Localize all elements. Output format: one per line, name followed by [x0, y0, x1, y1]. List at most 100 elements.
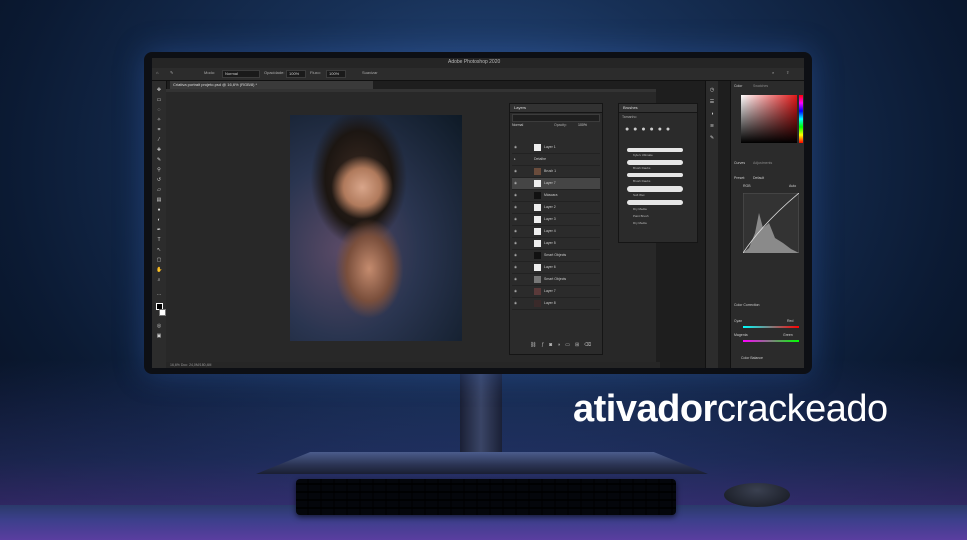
home-icon[interactable]: ⌂ — [156, 70, 158, 75]
new-layer-icon[interactable]: ⊞ — [575, 342, 584, 348]
hand-tool-icon[interactable]: ✋ — [156, 267, 162, 273]
pen-tool-icon[interactable]: ✒ — [156, 227, 162, 233]
eye-icon[interactable]: ◉ — [514, 286, 517, 297]
magenta-green-slider[interactable] — [743, 340, 799, 342]
eraser-icon[interactable]: ▱ — [156, 187, 162, 193]
blend-mode-select[interactable]: Normal — [512, 123, 523, 127]
new-group-icon[interactable]: ▭ — [565, 342, 575, 348]
background-color-swatch[interactable] — [159, 309, 166, 316]
eye-icon[interactable]: ◉ — [514, 250, 517, 261]
eyedropper-icon[interactable]: ⁄ — [156, 137, 162, 143]
paths-icon[interactable]: ✎ — [709, 135, 715, 141]
marquee-tool-icon[interactable]: ▭ — [156, 97, 162, 103]
flow-input[interactable]: 100% — [326, 70, 346, 78]
folder-icon[interactable]: ▸ — [514, 154, 516, 165]
channels-icon[interactable]: ≋ — [709, 123, 715, 129]
brush-icon[interactable]: ✎ — [156, 157, 162, 163]
share-icon[interactable]: ⇪ — [786, 70, 789, 75]
brush-stroke-preview[interactable] — [627, 160, 683, 165]
mode-select[interactable]: Normal — [222, 70, 260, 78]
lasso-tool-icon[interactable]: ◌ — [156, 107, 162, 113]
fx-icon[interactable]: ƒ — [541, 342, 549, 348]
auto-button[interactable]: Auto — [789, 184, 796, 188]
layer-opacity-input[interactable]: 100% — [578, 123, 587, 127]
eye-icon[interactable]: ◉ — [514, 214, 517, 225]
document-canvas-portrait[interactable] — [290, 115, 462, 341]
layer-row[interactable]: ◉ Máscara — [512, 190, 600, 202]
layer-row[interactable]: ◉ Layer 4 — [512, 226, 600, 238]
blur-icon[interactable]: ● — [156, 207, 162, 213]
layer-row-selected[interactable]: ◉ Layer 7 — [512, 178, 600, 190]
preset-select[interactable]: Default — [753, 176, 764, 180]
layer-row[interactable]: ◉ Smart Objects — [512, 250, 600, 262]
hue-slider[interactable] — [799, 95, 803, 143]
type-tool-icon[interactable]: T — [156, 237, 162, 243]
eye-icon[interactable]: ◉ — [514, 178, 517, 189]
brush-stroke-preview[interactable] — [627, 186, 683, 192]
layer-row[interactable]: ▸ Detalhe — [512, 154, 600, 166]
adjustment-icon[interactable]: ◑ — [557, 342, 565, 348]
clone-stamp-icon[interactable]: ⚲ — [156, 167, 162, 173]
eye-icon[interactable]: ◉ — [514, 190, 517, 201]
layer-row[interactable]: ◉ Smart Objects — [512, 274, 600, 286]
channel-select[interactable]: RGB — [743, 184, 751, 188]
color-picker-field[interactable] — [741, 95, 797, 143]
layers-panel-title[interactable]: Layers — [510, 104, 602, 113]
magic-wand-icon[interactable]: ✧ — [156, 117, 162, 123]
more-tools-icon[interactable]: … — [156, 291, 162, 297]
layer-thumbnail — [534, 240, 541, 247]
crop-tool-icon[interactable]: ⌗ — [156, 127, 162, 133]
brush-tool-icon[interactable]: ✎ — [170, 70, 173, 75]
color-panel-tab[interactable]: Color — [734, 84, 742, 88]
opacity-input[interactable]: 100% — [286, 70, 306, 78]
history-brush-icon[interactable]: ↺ — [156, 177, 162, 183]
curves-panel-tab[interactable]: Curves — [734, 161, 745, 165]
swatches-panel-tab[interactable]: Swatches — [753, 84, 768, 88]
eye-icon[interactable]: ◉ — [514, 274, 517, 285]
eye-icon[interactable]: ◉ — [514, 298, 517, 309]
layer-row[interactable]: ◉ Brush 1 — [512, 166, 600, 178]
properties-icon[interactable]: ☰ — [709, 99, 715, 105]
layer-row[interactable]: ◉ Layer 3 — [512, 214, 600, 226]
curves-histogram[interactable] — [743, 193, 799, 253]
dodge-icon[interactable]: ◐ — [156, 217, 162, 223]
zoom-tool-icon[interactable]: ⌕ — [156, 277, 162, 283]
eye-icon[interactable]: ◉ — [514, 166, 517, 177]
trash-icon[interactable]: ⌫ — [584, 342, 596, 348]
layer-actions-bar[interactable]: ⛓ƒ◙◑▭⊞⌫ — [530, 342, 596, 348]
healing-brush-icon[interactable]: ✚ — [156, 147, 162, 153]
color-balance-label[interactable]: Color Balance — [741, 356, 763, 360]
layer-row[interactable]: ◉ Layer 8 — [512, 298, 600, 310]
brush-tips-row[interactable]: ● ● ● ● ● ● — [625, 126, 691, 136]
brush-stroke-preview[interactable] — [627, 148, 683, 152]
layer-row[interactable]: ◉ Layer 7 — [512, 286, 600, 298]
eye-icon[interactable]: ◉ — [514, 202, 517, 213]
history-icon[interactable]: ◷ — [709, 87, 715, 93]
search-icon[interactable]: ⌕ — [772, 70, 774, 75]
link-icon[interactable]: ⛓ — [530, 342, 541, 348]
cyan-red-slider[interactable] — [743, 326, 799, 328]
layer-row[interactable]: ◉ Layer 2 — [512, 202, 600, 214]
document-tab[interactable]: Criativa portrait projeto.psd @ 16,6% (R… — [170, 81, 373, 89]
brushes-panel-title[interactable]: Brushes — [619, 104, 697, 113]
mask-icon[interactable]: ◙ — [549, 342, 557, 348]
layer-row[interactable]: ◉ Layer 6 — [512, 262, 600, 274]
shape-tool-icon[interactable]: ▢ — [156, 257, 162, 263]
gradient-icon[interactable]: ▤ — [156, 197, 162, 203]
eye-icon[interactable]: ◉ — [514, 142, 517, 153]
quick-mask-icon[interactable]: ◎ — [156, 323, 162, 329]
adjustments-panel-tab[interactable]: Adjustments — [753, 161, 772, 165]
adjustments-icon[interactable]: ◑ — [709, 111, 715, 117]
eye-icon[interactable]: ◉ — [514, 262, 517, 273]
brush-stroke-preview[interactable] — [627, 200, 683, 205]
layer-row[interactable]: ◉ Layer 1 — [512, 142, 600, 154]
color-correction-title[interactable]: Color Correction — [734, 303, 759, 307]
path-selection-icon[interactable]: ↖ — [156, 247, 162, 253]
layer-row[interactable]: ◉ Layer 5 — [512, 238, 600, 250]
screen-mode-icon[interactable]: ▣ — [156, 333, 162, 339]
brush-stroke-preview[interactable] — [627, 173, 683, 177]
eye-icon[interactable]: ◉ — [514, 238, 517, 249]
move-tool-icon[interactable]: ✥ — [156, 87, 162, 93]
layer-filter-bar[interactable] — [512, 114, 600, 122]
eye-icon[interactable]: ◉ — [514, 226, 517, 237]
